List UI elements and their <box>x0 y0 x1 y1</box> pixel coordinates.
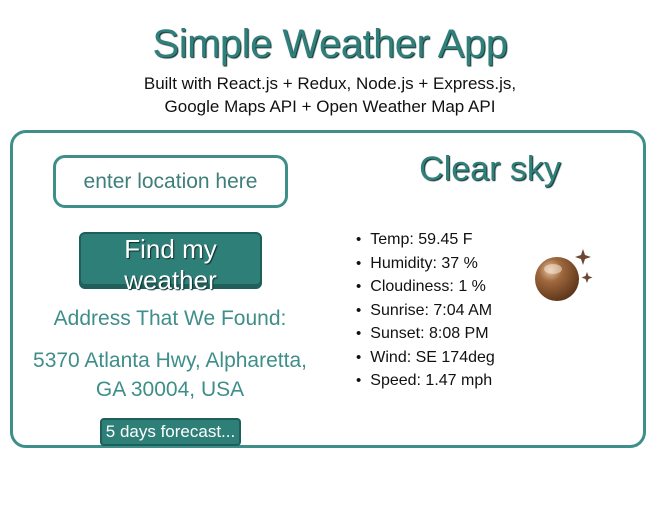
location-input[interactable] <box>53 155 288 208</box>
address-value: 5370 Atlanta Hwy, Alpharetta, GA 30004, … <box>33 349 307 401</box>
weather-condition: Clear sky <box>419 150 561 188</box>
detail-cloudiness: Cloudiness: 1 % <box>356 275 495 299</box>
address-label: Address That We Found: <box>53 307 287 330</box>
detail-sunset: Sunset: 8:08 PM <box>356 322 495 346</box>
app-subtitle-line1: Built with React.js + Redux, Node.js + E… <box>143 74 517 93</box>
detail-humidity: Humidity: 37 % <box>356 252 495 276</box>
detail-wind: Wind: SE 174deg <box>356 346 495 370</box>
forecast-button[interactable]: 5 days forecast... <box>100 418 241 446</box>
app-title: Simple Weather App <box>152 22 508 66</box>
detail-speed: Speed: 1.47 mph <box>356 369 495 393</box>
detail-sunrise: Sunrise: 7:04 AM <box>356 299 495 323</box>
find-weather-button[interactable]: Find my weather <box>79 232 262 295</box>
app-subtitle-line2: Google Maps API + Open Weather Map API <box>164 97 496 116</box>
weather-details-list: Temp: 59.45 F Humidity: 37 % Cloudiness:… <box>356 228 495 393</box>
clear-night-moon-icon <box>535 249 593 301</box>
detail-temp: Temp: 59.45 F <box>356 228 495 252</box>
